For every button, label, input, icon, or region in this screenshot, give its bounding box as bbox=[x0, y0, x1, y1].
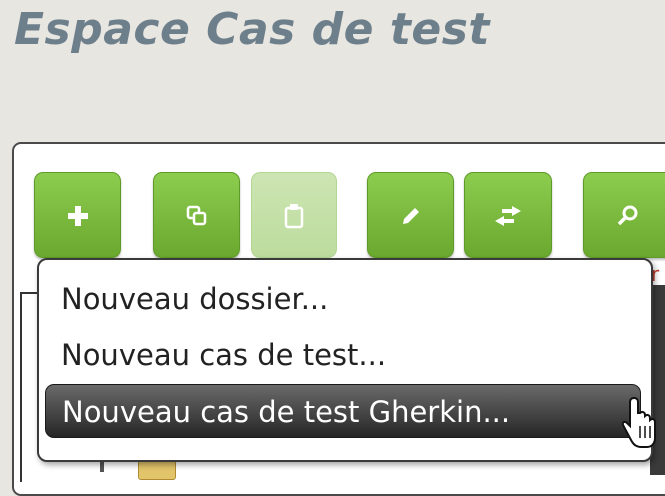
menu-item-new-folder[interactable]: Nouveau dossier... bbox=[45, 272, 641, 326]
page-title: Espace Cas de test bbox=[14, 4, 490, 55]
menu-item-new-test-case[interactable]: Nouveau cas de test... bbox=[45, 328, 641, 382]
copy-icon bbox=[186, 205, 206, 226]
move-button[interactable] bbox=[464, 172, 552, 258]
menu-item-new-gherkin-test-case[interactable]: Nouveau cas de test Gherkin... bbox=[45, 384, 641, 438]
add-dropdown-menu: Nouveau dossier... Nouveau cas de test..… bbox=[37, 258, 653, 462]
copy-button[interactable] bbox=[153, 172, 240, 258]
search-button[interactable] bbox=[583, 172, 665, 258]
pencil-icon bbox=[402, 208, 419, 224]
tree-node-marker bbox=[100, 462, 104, 472]
paste-icon bbox=[284, 204, 304, 229]
edit-button[interactable] bbox=[367, 172, 454, 258]
move-arrows-icon bbox=[495, 206, 521, 226]
add-button[interactable] bbox=[34, 172, 121, 258]
search-icon bbox=[617, 205, 638, 226]
tree-connector bbox=[20, 292, 22, 482]
plus-icon bbox=[67, 206, 88, 226]
paste-button[interactable] bbox=[251, 172, 337, 258]
hand-cursor-icon bbox=[622, 396, 656, 448]
